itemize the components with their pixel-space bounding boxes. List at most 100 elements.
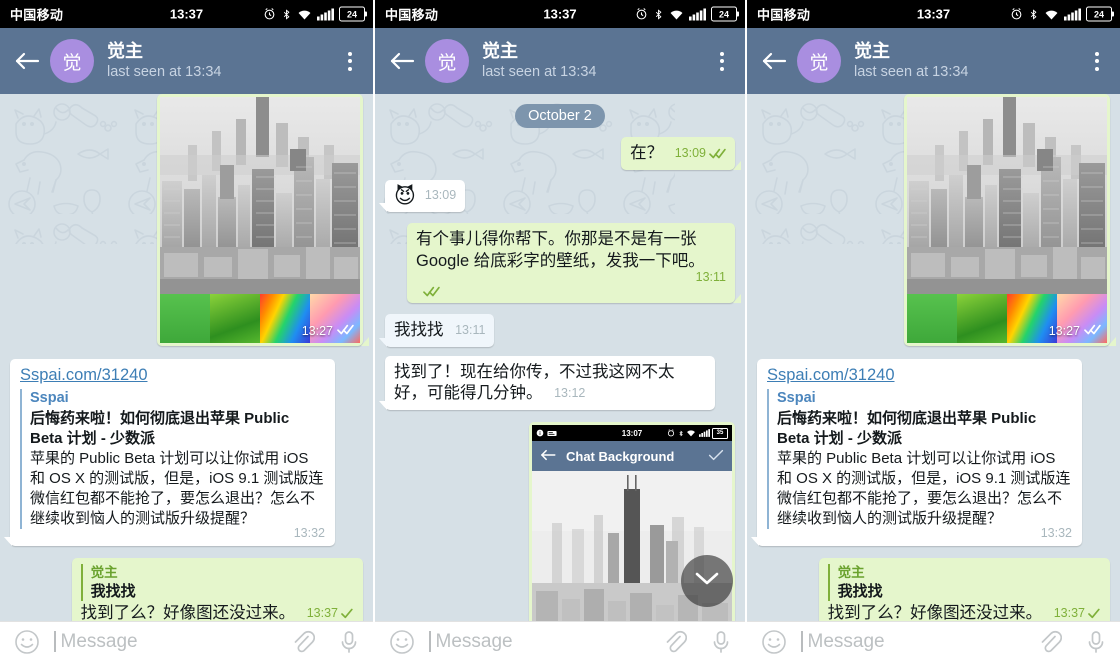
link-preview-body: Sspai 后悔药来啦！如何彻底退出苹果 Public Beta 计划 - 少数… [767,389,1072,530]
message-input-field[interactable]: Message [54,631,291,653]
link-preview-bubble[interactable]: Sspai.com/31240 Sspai 后悔药来啦！如何彻底退出苹果 Pub… [4,359,335,547]
app-bar: 觉 觉主 last seen at 13:34 [0,28,373,94]
emoji-message-bubble[interactable]: 😈 13:09 [378,179,466,212]
message-meta: 13:12 [554,385,585,402]
smiley-icon[interactable] [14,629,40,655]
message-row-reply: 觉主 我找找 找到了么？好像图还没过来。 13:37 [757,558,1117,621]
inner-screen-title: Chat Background [566,448,675,464]
message-row: 在？ 13:09 [385,137,741,170]
message-bubble[interactable]: 在？ 13:09 [621,137,741,170]
message-timestamp: 13:09 [674,146,706,160]
status-icons: 24 [263,6,367,22]
reply-message-bubble[interactable]: 觉主 我找找 找到了么？好像图还没过来。 13:37 [71,558,370,621]
photo-message-bubble[interactable]: 13:27 [904,94,1116,346]
smiley-icon[interactable] [389,629,415,655]
message-row-photo: 13:27 [757,94,1116,346]
input-actions [663,629,731,655]
quoted-author: 觉主 [90,565,118,581]
message-text: 找到了！现在给你传，不过我这网不太好，可能得几分钟。 [394,362,675,403]
message-meta: 13:11 [455,322,485,339]
back-arrow-icon[interactable] [385,44,419,78]
message-timestamp: 13:37 [1053,606,1085,621]
sent-receipt-icon [341,608,353,619]
scroll-to-bottom-button[interactable] [681,555,733,607]
wifi-icon [1044,8,1059,20]
contact-titles: 觉主 last seen at 13:34 [482,41,709,80]
paperclip-icon[interactable] [291,629,316,655]
microphone-icon[interactable] [339,629,359,655]
read-receipt-icon [423,286,726,297]
read-receipt-icon [1084,324,1101,338]
photo-timestamp: 13:27 [301,324,333,338]
quoted-text: 我找找 [90,582,136,600]
paperclip-icon[interactable] [1038,629,1063,655]
microphone-icon[interactable] [1086,629,1106,655]
overflow-menu-icon[interactable] [709,44,735,78]
back-arrow-icon[interactable] [540,448,556,464]
link-preview-bubble[interactable]: Sspai.com/31240 Sspai 后悔药来啦！如何彻底退出苹果 Pub… [751,359,1082,547]
avatar[interactable]: 觉 [425,39,469,83]
message-text: 有个事儿得你帮下。你那是不是有一张 Google 给底彩字的壁纸，发我一下吧。 [416,229,705,270]
message-bubble[interactable]: 有个事儿得你帮下。你那是不是有一张 Google 给底彩字的壁纸，发我一下吧。 … [407,222,741,303]
message-row: 我找找 13:11 [378,313,735,347]
swatch-green-grass [160,294,210,343]
signal-icon [317,8,334,20]
link-title: 后悔药来啦！如何彻底退出苹果 Public Beta 计划 - 少数派 [30,409,290,447]
message-timestamp: 13:32 [1040,526,1072,541]
photo-attachment[interactable]: 13:27 [907,97,1107,343]
smiley-icon[interactable] [761,629,787,655]
overflow-menu-icon[interactable] [337,44,363,78]
quoted-message[interactable]: 觉主 我找找 [827,564,1100,602]
link-url[interactable]: Sspai.com/31240 [767,366,1072,385]
message-meta: 13:09 [675,145,726,162]
app-bar: 觉 觉主 last seen at 13:34 [747,28,1120,94]
reply-text-line: 找到了么？好像图还没过来。 13:37 [828,603,1100,621]
link-url[interactable]: Sspai.com/31240 [20,366,325,385]
quoted-message[interactable]: 觉主 我找找 [80,564,353,602]
back-arrow-icon[interactable] [757,44,791,78]
message-bubble[interactable]: 我找找 13:11 [378,313,495,347]
link-site-name: Sspai [30,390,69,406]
status-icons: 24 [1010,6,1114,22]
message-input-field[interactable]: Message [429,631,663,653]
reply-message-bubble[interactable]: 觉主 我找找 找到了么？好像图还没过来。 13:37 [818,558,1117,621]
message-meta: 13:37 [1054,605,1100,621]
message-timestamp: 13:37 [306,606,338,621]
message-bubble[interactable]: 找到了！现在给你传，不过我这网不太好，可能得几分钟。 13:12 [379,355,715,411]
cityscape-image [907,97,1107,294]
input-actions [291,629,359,655]
inner-app-bar: Chat Background [532,441,732,472]
bluetooth-icon [653,7,664,21]
read-receipt-icon [337,324,354,338]
panel-middle: 中国移动 13:37 24 觉 觉主 last seen at 13:34 Oc… [375,0,745,661]
back-arrow-icon[interactable] [10,44,44,78]
message-meta: 13:09 [425,187,456,204]
battery-icon: 24 [339,6,367,22]
message-row-reply: 觉主 我找找 找到了么？好像图还没过来。 13:37 [10,558,370,621]
message-row: 找到了！现在给你传，不过我这网不太好，可能得几分钟。 13:12 [379,355,735,411]
swatch-green-grass [907,294,957,343]
chat-scroll-area[interactable]: 13:27 Sspai.com/31240 Sspai 后悔药来啦！如何彻底退出… [0,94,373,621]
avatar[interactable]: 觉 [797,39,841,83]
chat-scroll-area[interactable]: October 2 在？ 13:09 😈 13:09 有个事儿得你帮下。你那是不… [375,94,745,621]
contact-status: last seen at 13:34 [482,64,597,81]
wifi-icon [297,8,312,20]
chat-scroll-area[interactable]: 13:27 Sspai.com/31240 Sspai 后悔药来啦！如何彻底退出… [747,94,1120,621]
message-text: 在？ [630,144,664,162]
message-row: 有个事儿得你帮下。你那是不是有一张 Google 给底彩字的壁纸，发我一下吧。 … [385,222,741,303]
message-input-field[interactable]: Message [801,631,1038,653]
microphone-icon[interactable] [711,629,731,655]
photo-attachment[interactable]: 13:27 [160,97,360,343]
text-caret [429,631,431,652]
checkmark-icon[interactable] [708,448,724,464]
avatar[interactable]: 觉 [50,39,94,83]
message-placeholder: Message [807,630,885,652]
wifi-icon [669,8,684,20]
text-caret [801,631,803,652]
message-row-link: Sspai.com/31240 Sspai 后悔药来啦！如何彻底退出苹果 Pub… [751,359,1110,547]
alarm-icon [667,429,675,437]
message-row-link: Sspai.com/31240 Sspai 后悔药来啦！如何彻底退出苹果 Pub… [4,359,363,547]
paperclip-icon[interactable] [663,629,688,655]
photo-message-bubble[interactable]: 13:27 [157,94,369,346]
overflow-menu-icon[interactable] [1084,44,1110,78]
